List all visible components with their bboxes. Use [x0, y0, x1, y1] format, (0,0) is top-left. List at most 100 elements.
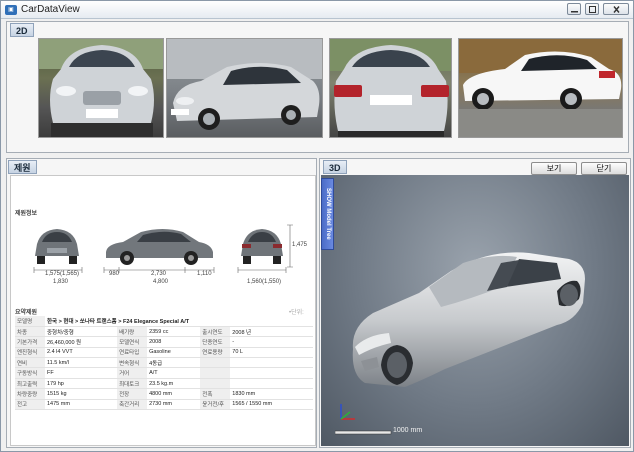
spec-key: 배기량: [117, 326, 148, 338]
spec-key: 변속형식: [117, 357, 148, 369]
dim-front-width: 1,830: [53, 279, 69, 285]
spec-key: 엔진형식: [15, 347, 45, 359]
spec-value: 1515 kg: [45, 388, 118, 400]
spec-key: 연료타입: [117, 347, 148, 359]
dim-overhang-front: 980: [109, 271, 120, 277]
spec-key: 전고: [15, 399, 45, 411]
spec-value: 2.4 l4 VVT: [45, 347, 118, 359]
scale-bar: [335, 430, 392, 435]
maximize-button[interactable]: [585, 3, 599, 15]
spec-value: A/T: [147, 367, 201, 379]
spec-key: [200, 357, 231, 369]
spec-key: [200, 367, 231, 379]
spec-key: 전폭: [200, 388, 231, 400]
spec-section-title: 제원정보: [15, 211, 38, 217]
spec-key: 구동방식: [15, 367, 45, 379]
spec-value: 4800 mm: [147, 388, 201, 400]
app-icon: ▣: [5, 5, 17, 15]
spec-row: 엔진형식 2.4 l4 VVT 연료타입 Gasoline 연료용량 70 L: [15, 347, 313, 359]
spec-value: 179 hp: [45, 378, 118, 390]
spec-row: 구동방식 FF 거어 A/T: [15, 367, 313, 379]
car-side-front-image: [167, 39, 322, 130]
3d-car-model: [352, 252, 585, 387]
spec-key: [200, 378, 231, 390]
window-title: CarDataView: [21, 4, 80, 15]
spec-key: 차종: [15, 326, 45, 338]
maximize-icon: [589, 6, 596, 13]
view-button[interactable]: 보기: [531, 162, 577, 175]
spec-key: 연료용량: [200, 347, 231, 359]
summary-title: 요약제원: [15, 310, 38, 316]
spec-value: FF: [45, 367, 118, 379]
unit-note: •단위:: [289, 310, 304, 316]
spec-value: [230, 378, 313, 390]
spec-key: 모델연식: [117, 336, 148, 348]
close-button[interactable]: 닫기: [581, 162, 627, 175]
spec-key: 단종연도: [200, 336, 231, 348]
spec-value: 26,460,000 원: [45, 336, 118, 348]
spec-value: 1475 mm: [45, 399, 118, 411]
spec-row: 차량중량 1515 kg 전장 4800 mm 전폭 1830 mm: [15, 388, 313, 400]
title-bar: ▣ CarDataView: [1, 1, 633, 19]
car-photo-front[interactable]: [38, 38, 164, 138]
spec-value: 2359 cc: [147, 326, 201, 338]
spec-value: 2730 mm: [147, 399, 201, 411]
spec-row: 모델명 한국 > 현대 > 쏘나타 트랜스폼 > F24 Elegance Spe…: [15, 316, 313, 327]
spec-row: 전고 1475 mm 축간거리 2730 mm 윤거전/후 1565 / 1550 mm: [15, 399, 313, 411]
dim-rear-track: 1,560(1,550): [247, 279, 282, 285]
car-photo-front-side[interactable]: [166, 38, 323, 138]
close-icon: [613, 6, 620, 13]
axis-triad-icon: [340, 404, 355, 420]
car-photo-rear[interactable]: [329, 38, 452, 138]
spec-row: 기본가격 26,460,000 원 모델연식 2008 단종연도 -: [15, 336, 313, 348]
spec-key: 연비: [15, 357, 45, 369]
rear-view-diagram: [241, 229, 283, 264]
spec-table: 모델명 한국 > 현대 > 쏘나타 트랜스폼 > F24 Elegance Spe…: [15, 316, 313, 411]
close-window-button[interactable]: [603, 3, 629, 15]
spec-key: 전장: [117, 388, 148, 400]
spec-value: 2008: [147, 336, 201, 348]
spec-key: 축간거리: [117, 399, 148, 411]
spec-key: 최대토크: [117, 378, 148, 390]
front-view-diagram: [35, 229, 79, 264]
spec-value: 중형차/중형: [45, 326, 118, 338]
spec-key: 기본가격: [15, 336, 45, 348]
spec-value: 2008 년: [230, 326, 313, 338]
dim-overhang-rear: 1,110: [197, 271, 212, 277]
front-dim-line: [33, 267, 83, 273]
minimize-button[interactable]: [567, 3, 581, 15]
spec-key: 출시연도: [200, 326, 231, 338]
spec-value: 4동급: [147, 357, 201, 369]
spec-key: 최고출력: [15, 378, 45, 390]
app-window: ▣ CarDataView 2D 제원 제원정보 1,575(1,565) 1,…: [0, 0, 634, 452]
spec-row: 연비 11.5 km/l 변속형식 4동급: [15, 357, 313, 369]
car-front-image: [39, 39, 163, 137]
tab-2d[interactable]: 2D: [10, 23, 34, 37]
tab-3d[interactable]: 3D: [323, 160, 347, 174]
spec-value: 1565 / 1550 mm: [230, 399, 313, 411]
scale-label: 1000 mm: [393, 427, 423, 434]
spec-value: 한국 > 현대 > 쏘나타 트랜스폼 > F24 Elegance Specia…: [45, 316, 313, 327]
car-white-image: [459, 39, 622, 137]
minimize-icon: [571, 11, 578, 13]
spec-value: 11.5 km/l: [45, 357, 118, 369]
spec-value: 1830 mm: [230, 388, 313, 400]
spec-value: Gasoline: [147, 347, 201, 359]
spec-key: 모델명: [15, 316, 45, 327]
3d-viewport[interactable]: 1000 mm: [321, 175, 629, 446]
car-rear-image: [330, 39, 451, 137]
spec-sheet: 제원정보 1,575(1,565) 1,830 980 2,730 1,110 …: [10, 175, 316, 446]
dim-height: 1,475: [292, 242, 308, 248]
rear-dim-line: [237, 267, 287, 273]
side-view-diagram: [106, 229, 213, 265]
dim-length: 4,800: [153, 279, 169, 285]
car-photo-white-side[interactable]: [458, 38, 623, 138]
spec-value: -: [230, 336, 313, 348]
spec-key: 거어: [117, 367, 148, 379]
model-tree-tab[interactable]: SHOW Model Tree: [321, 178, 334, 250]
spec-value: 23.5 kg.m: [147, 378, 201, 390]
tab-specs[interactable]: 제원: [8, 160, 37, 174]
spec-row: 차종 중형차/중형 배기량 2359 cc 출시연도 2008 년: [15, 326, 313, 338]
spec-value: [230, 357, 313, 369]
spec-value: 70 L: [230, 347, 313, 359]
